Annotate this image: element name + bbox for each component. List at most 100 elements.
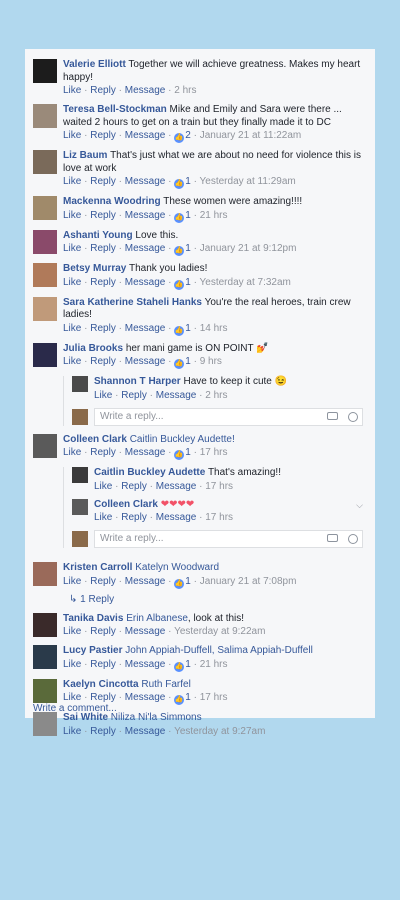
- like-link[interactable]: Like: [63, 726, 81, 737]
- message-link[interactable]: Message: [125, 323, 166, 334]
- message-link[interactable]: Message: [125, 659, 166, 670]
- like-link[interactable]: Like: [63, 210, 81, 221]
- avatar[interactable]: [33, 263, 57, 287]
- reply-link[interactable]: Reply: [90, 692, 116, 703]
- avatar[interactable]: [33, 229, 57, 254]
- tagged-user[interactable]: Caitlin Buckley Audette!: [130, 434, 235, 445]
- comment-author[interactable]: Betsy Murray: [63, 263, 126, 274]
- like-link[interactable]: Like: [63, 243, 81, 254]
- like-link[interactable]: Like: [63, 447, 81, 458]
- timestamp[interactable]: Yesterday at 11:29am: [200, 176, 296, 187]
- like-link[interactable]: Like: [63, 176, 81, 187]
- message-link[interactable]: Message: [125, 210, 166, 221]
- reply-link[interactable]: Reply: [121, 481, 147, 492]
- avatar[interactable]: [72, 376, 88, 392]
- comment-author[interactable]: Colleen Clark: [63, 434, 127, 445]
- comment-author[interactable]: Ashanti Young: [63, 230, 133, 241]
- like-link[interactable]: Like: [94, 481, 112, 492]
- timestamp[interactable]: 17 hrs: [205, 481, 233, 492]
- like-count[interactable]: 1: [185, 356, 191, 367]
- emoji-icon[interactable]: [348, 534, 358, 544]
- timestamp[interactable]: 2 hrs: [174, 85, 196, 96]
- comment-author[interactable]: Kaelyn Cincotta: [63, 679, 139, 690]
- avatar[interactable]: [33, 678, 57, 703]
- comment-author[interactable]: Colleen Clark: [94, 499, 158, 510]
- message-link[interactable]: Message: [125, 130, 166, 141]
- message-link[interactable]: Message: [125, 726, 166, 737]
- reply-link[interactable]: Reply: [90, 85, 116, 96]
- reply-link[interactable]: Reply: [90, 626, 116, 637]
- tagged-user[interactable]: Erin Albanese: [126, 613, 188, 624]
- comment-author[interactable]: Tanika Davis: [63, 613, 123, 624]
- comment-author[interactable]: Sara Katherine Staheli Hanks: [63, 297, 202, 308]
- like-link[interactable]: Like: [63, 277, 81, 288]
- reply-link[interactable]: Reply: [90, 726, 116, 737]
- timestamp[interactable]: January 21 at 11:22am: [200, 130, 302, 141]
- timestamp[interactable]: Yesterday at 9:22am: [174, 626, 265, 637]
- like-count[interactable]: 1: [185, 576, 191, 587]
- message-link[interactable]: Message: [156, 512, 197, 523]
- write-comment-link[interactable]: Write a comment...: [33, 703, 117, 714]
- timestamp[interactable]: 17 hrs: [200, 692, 228, 703]
- like-count[interactable]: 1: [185, 447, 191, 458]
- tagged-user[interactable]: John Appiah-Duffell, Salima Appiah-Duffe…: [125, 645, 313, 656]
- reply-link[interactable]: Reply: [90, 659, 116, 670]
- comment-author[interactable]: Valerie Elliott: [63, 59, 126, 70]
- message-link[interactable]: Message: [125, 176, 166, 187]
- reply-link[interactable]: Reply: [90, 130, 116, 141]
- tagged-user[interactable]: Katelyn Woodward: [135, 562, 219, 573]
- avatar[interactable]: [72, 467, 88, 483]
- message-link[interactable]: Message: [125, 447, 166, 458]
- avatar[interactable]: [33, 712, 57, 736]
- timestamp[interactable]: 17 hrs: [205, 512, 233, 523]
- message-link[interactable]: Message: [125, 692, 166, 703]
- camera-icon[interactable]: [327, 534, 338, 542]
- message-link[interactable]: Message: [125, 243, 166, 254]
- avatar[interactable]: [33, 296, 57, 321]
- message-link[interactable]: Message: [125, 85, 166, 96]
- avatar[interactable]: [33, 196, 57, 220]
- reply-link[interactable]: Reply: [90, 323, 116, 334]
- reply-link[interactable]: Reply: [90, 243, 116, 254]
- reply-link[interactable]: Reply: [90, 210, 116, 221]
- like-count[interactable]: 1: [185, 692, 191, 703]
- reply-link[interactable]: Reply: [90, 277, 116, 288]
- avatar[interactable]: [33, 104, 57, 128]
- comment-author[interactable]: Julia Brooks: [63, 343, 123, 354]
- message-link[interactable]: Message: [125, 576, 166, 587]
- tagged-user[interactable]: Niliza Ni'la Simmons: [111, 712, 202, 723]
- like-count[interactable]: 1: [185, 210, 191, 221]
- reply-link[interactable]: Reply: [121, 390, 147, 401]
- like-link[interactable]: Like: [94, 390, 112, 401]
- tagged-user[interactable]: Ruth Farfel: [141, 679, 190, 690]
- message-link[interactable]: Message: [125, 356, 166, 367]
- emoji-icon[interactable]: [348, 411, 358, 422]
- comment-author[interactable]: Lucy Pastier: [63, 645, 122, 656]
- like-count[interactable]: 1: [185, 243, 191, 254]
- timestamp[interactable]: 21 hrs: [200, 210, 228, 221]
- timestamp[interactable]: 21 hrs: [200, 659, 228, 670]
- camera-icon[interactable]: [327, 411, 338, 420]
- like-link[interactable]: Like: [94, 512, 112, 523]
- avatar[interactable]: [33, 342, 57, 367]
- avatar[interactable]: [33, 562, 57, 586]
- like-count[interactable]: 2: [185, 130, 191, 141]
- comment-author[interactable]: Liz Baum: [63, 150, 107, 161]
- avatar[interactable]: [33, 612, 57, 637]
- like-link[interactable]: Like: [63, 130, 81, 141]
- reply-link[interactable]: Reply: [90, 356, 116, 367]
- message-link[interactable]: Message: [156, 481, 197, 492]
- message-link[interactable]: Message: [125, 626, 166, 637]
- like-count[interactable]: 1: [185, 659, 191, 670]
- like-count[interactable]: 1: [185, 323, 191, 334]
- view-replies-link[interactable]: ↳ 1 Reply: [69, 594, 367, 605]
- timestamp[interactable]: January 21 at 7:08pm: [200, 576, 297, 587]
- reply-link[interactable]: Reply: [90, 447, 116, 458]
- timestamp[interactable]: 2 hrs: [205, 390, 227, 401]
- like-link[interactable]: Like: [63, 356, 81, 367]
- comment-author[interactable]: Mackenna Woodring: [63, 196, 161, 207]
- timestamp[interactable]: Yesterday at 7:32am: [200, 277, 291, 288]
- like-link[interactable]: Like: [63, 626, 81, 637]
- reply-link[interactable]: Reply: [90, 576, 116, 587]
- message-link[interactable]: Message: [156, 390, 197, 401]
